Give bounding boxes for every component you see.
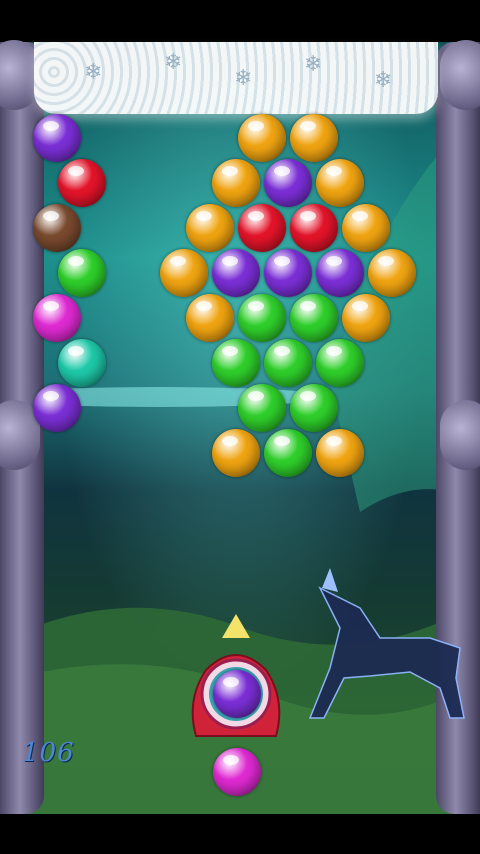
green-bubble	[238, 384, 286, 432]
aim-arrow-icon	[222, 614, 250, 638]
score-counter: 106	[22, 738, 75, 768]
orange-bubble	[342, 294, 390, 342]
snowflake-icon: ❄	[234, 66, 253, 91]
green-bubble	[316, 339, 364, 387]
orange-bubble	[316, 429, 364, 477]
green-bubble	[238, 294, 286, 342]
orange-bubble	[212, 159, 260, 207]
green-bubble	[264, 339, 312, 387]
orange-bubble	[186, 204, 234, 252]
orange-bubble	[186, 294, 234, 342]
purple-bubble	[316, 249, 364, 297]
green-bubble	[58, 249, 106, 297]
purple-bubble	[33, 384, 81, 432]
purple-bubble	[264, 159, 312, 207]
orange-bubble	[316, 159, 364, 207]
green-bubble	[290, 384, 338, 432]
brown-bubble	[33, 204, 81, 252]
purple-bubble	[33, 114, 81, 162]
purple-bubble	[212, 249, 260, 297]
pillar-knob	[440, 400, 480, 470]
snowflake-icon: ❄	[304, 52, 323, 77]
bottom-black-bar	[0, 814, 480, 854]
teal-bubble	[58, 339, 106, 387]
wolf-character	[308, 568, 465, 719]
snowflake-icon: ❄	[374, 68, 393, 93]
green-bubble	[212, 339, 260, 387]
next-bubble[interactable]	[213, 748, 261, 796]
frost-ceiling: ❄ ❄ ❄ ❄ ❄	[34, 42, 438, 114]
green-bubble	[264, 429, 312, 477]
orange-bubble	[160, 249, 208, 297]
orange-bubble	[290, 114, 338, 162]
red-bubble	[290, 204, 338, 252]
game-screen[interactable]: ❄ ❄ ❄ ❄ ❄ 106	[0, 0, 480, 854]
snowflake-icon: ❄	[164, 50, 183, 75]
top-black-bar	[0, 0, 480, 42]
loaded-bubble	[213, 670, 261, 718]
magenta-bubble	[33, 294, 81, 342]
orange-bubble	[212, 429, 260, 477]
snowflake-icon: ❄	[84, 60, 103, 85]
purple-bubble	[264, 249, 312, 297]
red-bubble	[238, 204, 286, 252]
red-bubble	[58, 159, 106, 207]
orange-bubble	[238, 114, 286, 162]
pillar-knob	[440, 40, 480, 110]
orange-bubble	[342, 204, 390, 252]
orange-bubble	[368, 249, 416, 297]
green-bubble	[290, 294, 338, 342]
